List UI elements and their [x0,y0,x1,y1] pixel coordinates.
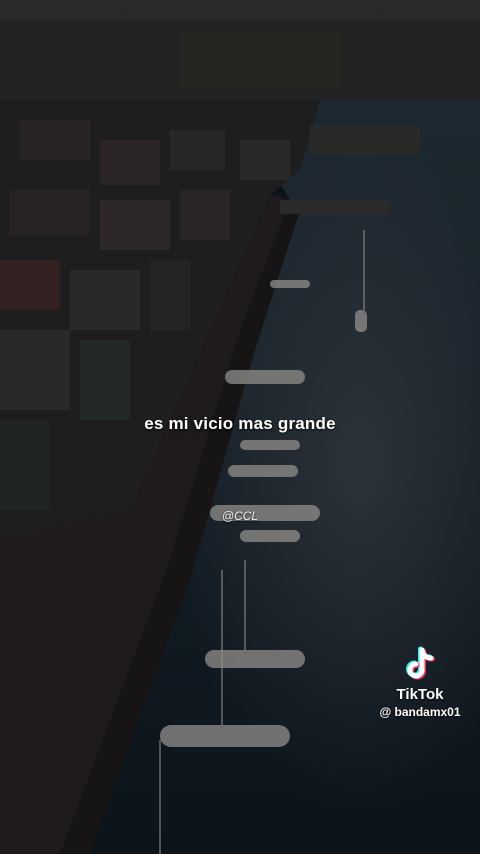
tiktok-brand-label: TikTok [396,686,444,703]
video-caption: es mi vicio mas grande [144,414,336,433]
tiktok-logo-icon [406,646,435,680]
overlay-handle: @CCL [221,509,259,523]
video-frame[interactable]: es mi vicio mas grande @CCL TikTok @ ban… [0,0,480,854]
tiktok-username: @ bandamx01 [379,705,461,719]
tiktok-watermark: TikTok @ bandamx01 [370,646,470,719]
